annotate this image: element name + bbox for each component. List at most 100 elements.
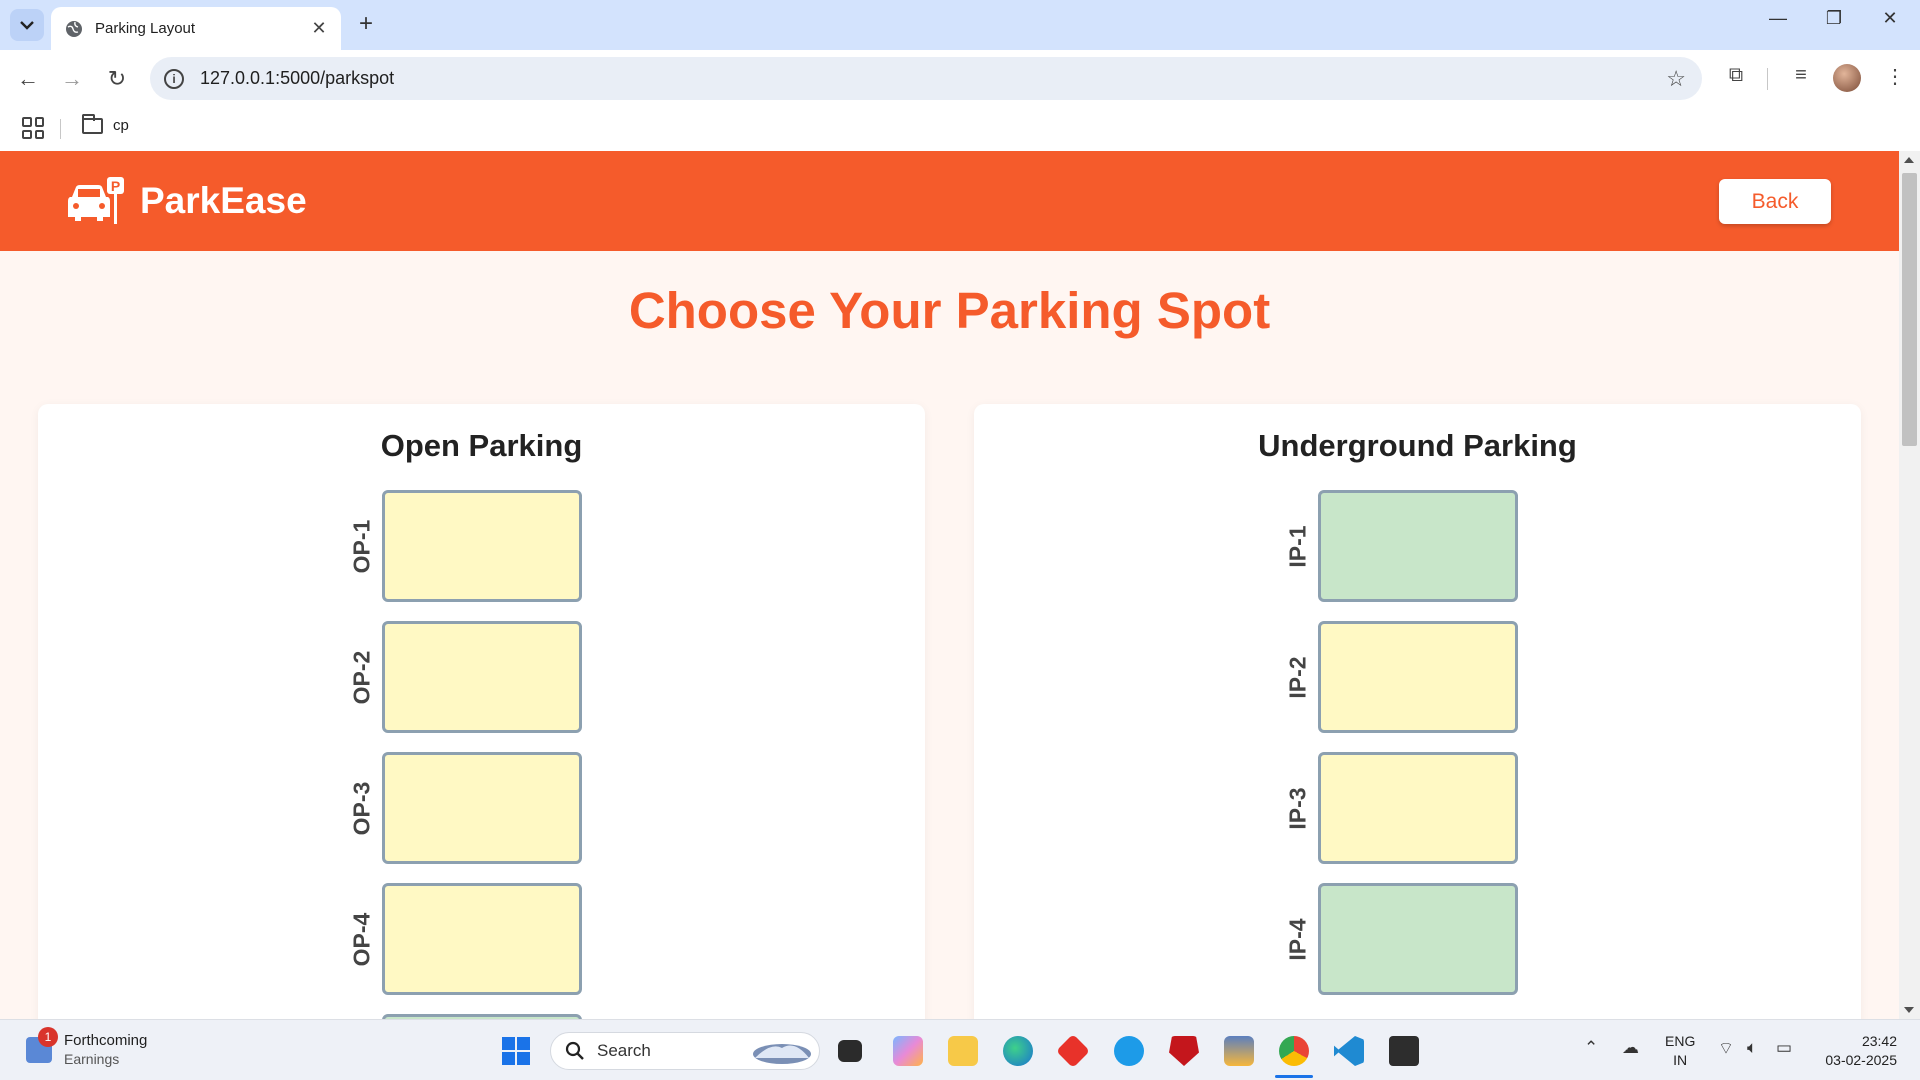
task-view-icon[interactable]: [838, 1040, 862, 1062]
spot-label-text: OP-2: [348, 650, 375, 704]
tab-search-button[interactable]: [10, 9, 44, 41]
spot-label-text: OP-4: [348, 912, 375, 966]
parking-spot[interactable]: [1318, 621, 1518, 733]
chrome-icon[interactable]: [1279, 1036, 1309, 1066]
stocks-widget-icon: 1: [26, 1026, 58, 1063]
parking-spot[interactable]: [382, 490, 582, 602]
media-controls-icon[interactable]: ≡: [1786, 64, 1816, 87]
restore-icon[interactable]: ❐: [1814, 8, 1854, 29]
parking-spot[interactable]: [382, 883, 582, 995]
forward-arrow-icon[interactable]: →: [55, 62, 89, 96]
tab-title: Parking Layout: [95, 20, 196, 37]
brand-name: ParkEase: [140, 180, 307, 221]
lang-line1: ENG: [1665, 1033, 1696, 1049]
search-label: Search: [597, 1041, 651, 1060]
new-tab-icon[interactable]: +: [353, 10, 379, 38]
widgets-button[interactable]: 1 Forthcoming Earnings: [26, 1026, 148, 1067]
search-icon: [565, 1041, 584, 1060]
terminal-icon[interactable]: [1389, 1036, 1419, 1066]
underground-parking-panel: Underground Parking IP-1 IP-2 IP-3 IP-4: [974, 404, 1861, 1019]
spot-label-text: IP-4: [1284, 917, 1311, 961]
page-viewport: P ParkEase Back Choose Your Parking Spot…: [0, 151, 1899, 1019]
open-parking-panel: Open Parking OP-1 OP-2 OP-3 OP-4: [38, 404, 925, 1019]
language-indicator[interactable]: ENG IN: [1665, 1032, 1695, 1070]
extensions-icon[interactable]: ⧉: [1721, 64, 1751, 87]
parking-spot[interactable]: [382, 752, 582, 864]
close-window-icon[interactable]: ✕: [1870, 8, 1910, 29]
windows-start-icon[interactable]: [502, 1037, 530, 1065]
clock[interactable]: 23:42 03-02-2025: [1817, 1032, 1897, 1070]
tray-overflow-chevron-icon[interactable]: ⌃: [1584, 1038, 1598, 1058]
widget-title: Forthcoming: [64, 1032, 148, 1049]
battery-icon[interactable]: ▭: [1776, 1038, 1792, 1058]
copilot-icon[interactable]: [893, 1036, 923, 1066]
parking-spot[interactable]: [1318, 490, 1518, 602]
file-explorer-icon[interactable]: [948, 1036, 978, 1066]
apps-grid-icon[interactable]: [22, 117, 44, 139]
taskbar: 1 Forthcoming Earnings Search ⌃ ☁ ENG IN…: [0, 1019, 1920, 1080]
anydesk-icon[interactable]: [1056, 1034, 1090, 1068]
reload-icon[interactable]: ↻: [100, 62, 134, 96]
brand[interactable]: P ParkEase: [62, 175, 307, 227]
bookmark-folder-label: cp: [113, 117, 129, 134]
page-scrollbar[interactable]: [1899, 151, 1920, 1019]
paint-icon[interactable]: [1224, 1036, 1254, 1066]
spot-label: OP-3: [342, 752, 382, 864]
mcafee-icon[interactable]: [1169, 1036, 1199, 1066]
spot-label-text: OP-1: [348, 519, 375, 573]
profile-avatar[interactable]: [1833, 64, 1861, 92]
parking-spot[interactable]: [382, 621, 582, 733]
bookmarks-divider: [60, 119, 61, 139]
app-header: P ParkEase Back: [0, 151, 1899, 251]
back-arrow-icon[interactable]: ←: [11, 62, 45, 96]
widget-subtitle: Earnings: [64, 1051, 120, 1067]
close-tab-icon[interactable]: ✕: [309, 18, 329, 39]
panel-title: Underground Parking: [1258, 428, 1577, 463]
scroll-up-arrow-icon[interactable]: [1904, 157, 1914, 163]
lang-line2: IN: [1673, 1052, 1688, 1068]
widget-badge: 1: [38, 1026, 58, 1047]
globe-icon: [66, 20, 82, 37]
spot-label: IP-1: [1278, 490, 1318, 602]
browser-tab[interactable]: Parking Layout ✕: [51, 7, 341, 50]
onedrive-offline-icon[interactable]: ☁: [1622, 1038, 1639, 1058]
url-text: 127.0.0.1:5000/parkspot: [200, 68, 395, 88]
bookmarks-bar: cp: [0, 108, 1920, 151]
spot-label: OP-2: [342, 621, 382, 733]
browser-tabstrip: Parking Layout ✕ + — ❐ ✕: [0, 0, 1920, 50]
parking-spot[interactable]: [1318, 883, 1518, 995]
spot-label: IP-2: [1278, 621, 1318, 733]
edge-icon[interactable]: [1003, 1036, 1033, 1066]
scrollbar-thumb[interactable]: [1902, 173, 1917, 446]
minimize-icon[interactable]: —: [1758, 8, 1798, 29]
site-info-icon[interactable]: i: [164, 68, 184, 89]
spot-label: OP-4: [342, 883, 382, 995]
spot-label-text: IP-3: [1284, 786, 1311, 830]
car-parking-logo-icon: P: [68, 177, 124, 224]
back-button[interactable]: Back: [1719, 179, 1831, 224]
folder-icon: [82, 113, 103, 134]
help-icon[interactable]: [1114, 1036, 1144, 1066]
spot-label: IP-3: [1278, 752, 1318, 864]
vscode-icon[interactable]: [1334, 1036, 1364, 1066]
spot-label: OP-1: [342, 490, 382, 602]
spot-label-text: IP-2: [1284, 655, 1311, 699]
menu-kebab-icon[interactable]: ⋮: [1880, 64, 1910, 89]
address-bar[interactable]: i 127.0.0.1:5000/parkspot ☆: [150, 57, 1702, 100]
volume-icon[interactable]: 🔈︎: [1747, 1038, 1757, 1058]
parking-spot[interactable]: [1318, 752, 1518, 864]
clock-time: 23:42: [1861, 1033, 1897, 1049]
spot-label-text: OP-3: [348, 781, 375, 835]
browser-toolbar: ← → ↻ i 127.0.0.1:5000/parkspot ☆ ⧉ ≡ ⋮: [0, 50, 1920, 108]
svg-text:P: P: [111, 178, 120, 194]
taskbar-search[interactable]: Search: [550, 1032, 820, 1070]
bookmark-folder-cp[interactable]: cp: [82, 113, 129, 134]
page-title: Choose Your Parking Spot: [628, 282, 1271, 339]
spot-label-text: IP-1: [1284, 524, 1311, 568]
panel-title: Open Parking: [380, 428, 583, 463]
toolbar-divider: [1767, 68, 1768, 90]
wifi-icon[interactable]: ⌔: [1718, 1038, 1734, 1059]
bookmark-star-icon[interactable]: ☆: [1666, 66, 1686, 92]
spot-label: IP-4: [1278, 883, 1318, 995]
scroll-down-arrow-icon[interactable]: [1904, 1007, 1914, 1013]
